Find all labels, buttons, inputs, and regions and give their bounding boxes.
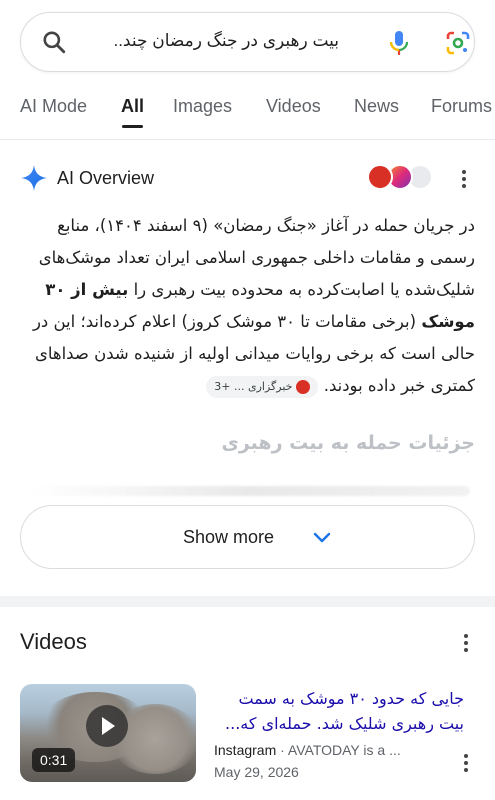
search-input[interactable]: بیت رهبری در جنگ رمضان چند... xyxy=(113,31,339,51)
tab-videos[interactable]: Videos xyxy=(266,96,321,117)
source-badges[interactable] xyxy=(367,162,433,192)
tab-forums[interactable]: Forums xyxy=(431,96,492,117)
ai-overview-header: AI Overview xyxy=(20,162,475,194)
details-heading: جزئیات حمله به بیت رهبری xyxy=(221,432,475,454)
video-duration: 0:31 xyxy=(32,748,76,772)
videos-section-title: Videos xyxy=(20,629,87,654)
video-date: May 29, 2026 xyxy=(214,764,299,780)
active-tab-indicator xyxy=(122,125,143,128)
tab-news[interactable]: News xyxy=(354,96,399,117)
show-more-button[interactable]: Show more xyxy=(20,505,475,569)
video-more-options-icon[interactable] xyxy=(464,754,468,772)
tabs-divider xyxy=(0,139,495,140)
search-bar[interactable]: بیت رهبری در جنگ رمضان چند... xyxy=(20,12,475,72)
videos-more-options-icon[interactable] xyxy=(464,634,468,652)
source-chip-count: +3 xyxy=(214,379,231,393)
search-tabs: AI Mode All Images Videos News Forums xyxy=(0,96,495,132)
ai-overview-title: AI Overview xyxy=(57,168,155,188)
microphone-icon[interactable] xyxy=(387,29,411,57)
play-icon xyxy=(102,717,115,735)
source-chip[interactable]: خبرگزاری ... +3 xyxy=(206,375,319,398)
ai-overview-text: در جریان حمله در آغاز «جنگ رمضان» (۹ اسف… xyxy=(20,210,475,402)
play-button[interactable] xyxy=(86,705,128,747)
tab-all[interactable]: All xyxy=(121,96,144,117)
news-agency-icon xyxy=(296,379,311,394)
search-icon[interactable] xyxy=(41,29,67,55)
source-chip-label: خبرگزاری ... xyxy=(233,379,293,393)
video-channel: · AVATODAY is a ... xyxy=(276,742,401,758)
gemini-sparkle-icon xyxy=(21,165,47,191)
video-source: Instagram xyxy=(214,742,277,758)
news-agency-icon xyxy=(367,164,393,190)
video-meta: Instagram · AVATODAY is a ... xyxy=(214,742,444,758)
faded-content xyxy=(30,486,470,496)
video-thumbnail[interactable]: 0:31 xyxy=(20,684,196,782)
tab-ai-mode[interactable]: AI Mode xyxy=(20,96,87,117)
chevron-down-icon xyxy=(313,532,331,543)
tab-images[interactable]: Images xyxy=(173,96,232,117)
google-lens-icon[interactable] xyxy=(445,30,471,56)
show-more-label: Show more xyxy=(183,527,275,547)
more-options-icon[interactable] xyxy=(462,170,466,188)
section-divider xyxy=(0,596,495,607)
video-title-link[interactable]: جایی که حدود ۳۰ موشک به سمت بیت رهبری شل… xyxy=(214,686,464,736)
